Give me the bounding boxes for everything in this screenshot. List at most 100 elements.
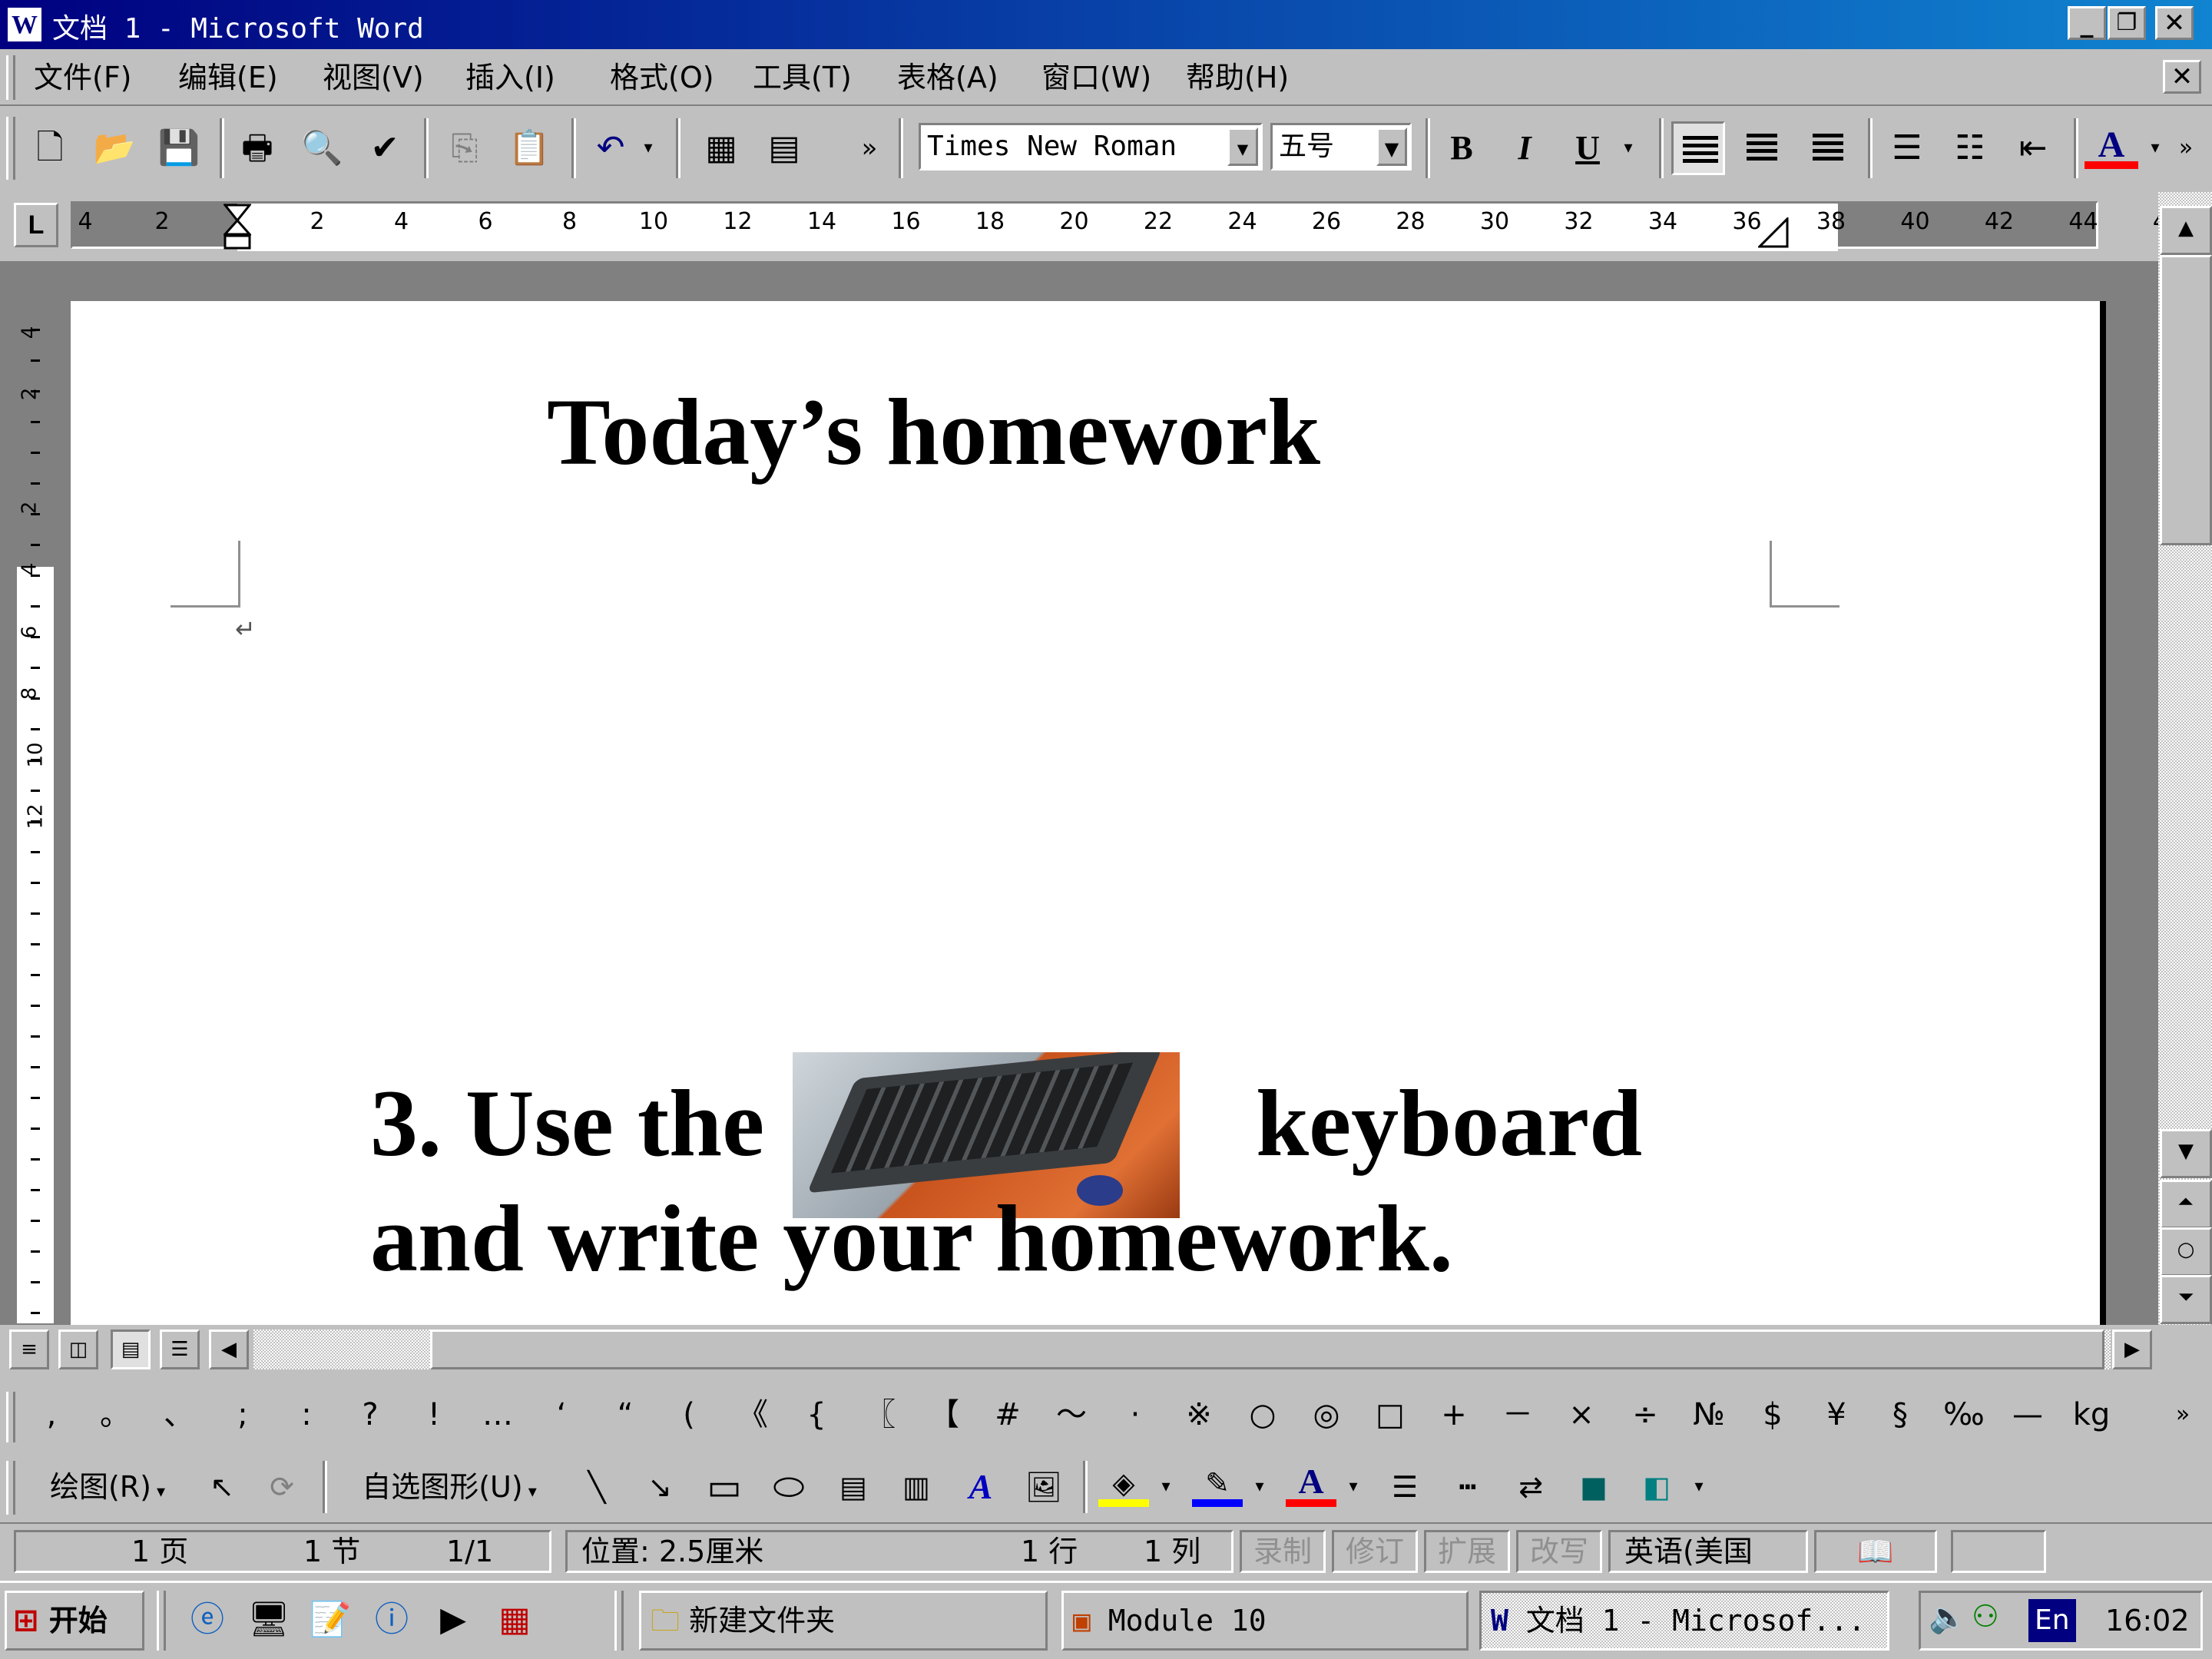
taskbar-task-powerpoint[interactable]: ▣ Module 10: [1061, 1591, 1469, 1651]
network-icon[interactable]: ⚇: [1972, 1599, 1999, 1634]
menu-view[interactable]: 视图(V): [323, 58, 424, 97]
volume-icon[interactable]: 🔈: [1929, 1599, 1967, 1635]
symbol-button[interactable]: 《: [726, 1392, 780, 1438]
status-track-changes[interactable]: 修订: [1332, 1530, 1418, 1573]
symbol-button[interactable]: §: [1873, 1392, 1927, 1438]
menu-table[interactable]: 表格(A): [897, 58, 998, 97]
oval-tool-icon[interactable]: ⬭: [763, 1461, 814, 1513]
symbol-button[interactable]: “: [598, 1392, 652, 1438]
print-preview-icon[interactable]: 🔍: [295, 121, 349, 175]
bold-button[interactable]: B: [1435, 121, 1488, 175]
line-tool-icon[interactable]: ╲: [571, 1461, 622, 1513]
vertical-ruler[interactable]: 4 2 2 4 6 8 10 12: [15, 304, 55, 1325]
select-browse-object-icon[interactable]: ○: [2160, 1227, 2212, 1277]
menu-grip[interactable]: [6, 55, 15, 100]
line-color-icon[interactable]: ✎: [1192, 1461, 1243, 1507]
notepad-icon[interactable]: 📝: [307, 1597, 353, 1643]
undo-dropdown-icon[interactable]: ▾: [633, 121, 664, 175]
justify-button[interactable]: [1671, 121, 1725, 175]
scroll-down-icon[interactable]: ▼: [2160, 1129, 2212, 1178]
numbered-list-icon[interactable]: ☰: [1880, 121, 1934, 175]
font-color-button[interactable]: A: [2085, 121, 2138, 169]
symbol-button[interactable]: ¥: [1810, 1392, 1863, 1438]
symbol-button[interactable]: #: [981, 1392, 1035, 1438]
scroll-up-icon[interactable]: ▲: [2160, 206, 2212, 255]
horizontal-ruler[interactable]: 4 2 2 4 6 8 10 12 14 16 18 20 22 24 26 28 30 32 34 36 38 40…: [71, 201, 2182, 251]
scroll-left-icon[interactable]: ◀: [209, 1330, 249, 1369]
underline-dropdown-icon[interactable]: ▾: [1613, 121, 1644, 175]
close-button[interactable]: ✕: [2155, 6, 2194, 40]
symbol-button[interactable]: :: [280, 1392, 333, 1438]
line-style-icon[interactable]: ☰: [1379, 1461, 1430, 1513]
symbol-button[interactable]: 、: [152, 1392, 206, 1438]
copy-icon[interactable]: ⎘: [438, 121, 492, 175]
next-page-icon[interactable]: ⏷: [2160, 1275, 2212, 1324]
right-indent-marker-icon[interactable]: [1757, 216, 1789, 248]
bulleted-list-icon[interactable]: ☷: [1943, 121, 1997, 175]
toolbar-grip[interactable]: [6, 117, 15, 180]
symbol-button[interactable]: ◎: [1300, 1392, 1353, 1438]
font-color-dropdown-icon[interactable]: ▾: [2141, 121, 2169, 175]
underline-button[interactable]: U: [1561, 121, 1614, 175]
menu-file[interactable]: 文件(F): [34, 58, 132, 97]
symbol-button[interactable]: ?: [343, 1392, 397, 1438]
font-size-combo[interactable]: 五号 ▼: [1270, 123, 1412, 171]
symbol-button[interactable]: $: [1746, 1392, 1800, 1438]
toolbar-overflow-icon[interactable]: »: [851, 121, 888, 175]
minimize-button[interactable]: _: [2068, 6, 2106, 40]
scroll-right-icon[interactable]: ▶: [2112, 1330, 2152, 1369]
symbol-button[interactable]: {: [790, 1392, 843, 1438]
fill-color-dropdown-icon[interactable]: ▾: [1152, 1461, 1180, 1513]
symbol-button[interactable]: 。: [88, 1392, 142, 1438]
horizontal-scroll-thumb[interactable]: [430, 1330, 2104, 1369]
vertical-text-box-icon[interactable]: ▥: [891, 1461, 942, 1513]
symbol-button[interactable]: …: [471, 1392, 525, 1438]
symbol-toolbar-grip[interactable]: [6, 1392, 15, 1442]
symbol-button[interactable]: —: [2001, 1392, 2055, 1438]
symbol-button[interactable]: 【: [917, 1392, 971, 1438]
symbol-button[interactable]: 〖: [853, 1392, 907, 1438]
title-bar[interactable]: W 文档 1 - Microsoft Word _ ❐ ✕: [0, 0, 2212, 49]
dash-style-icon[interactable]: ┅: [1442, 1461, 1493, 1513]
decrease-indent-icon[interactable]: ⇤: [2006, 121, 2060, 175]
open-folder-icon[interactable]: 📂: [88, 121, 141, 175]
word-app-icon[interactable]: W: [6, 6, 43, 43]
draw-font-color-dropdown-icon[interactable]: ▾: [1339, 1461, 1367, 1513]
internet-explorer-icon[interactable]: ⓔ: [184, 1597, 230, 1643]
line-color-dropdown-icon[interactable]: ▾: [1246, 1461, 1273, 1513]
align-center-button[interactable]: [1734, 121, 1788, 175]
status-language[interactable]: 英语(美国: [1608, 1530, 1808, 1573]
align-right-button[interactable]: [1797, 121, 1851, 175]
save-icon[interactable]: 💾: [152, 121, 206, 175]
print-icon[interactable]: 🖶: [230, 121, 284, 175]
font-size-dropdown-icon[interactable]: ▼: [1376, 127, 1407, 166]
symbol-button[interactable]: +: [1427, 1392, 1481, 1438]
normal-view-icon[interactable]: ≡: [9, 1330, 49, 1369]
fill-color-icon[interactable]: ◈: [1098, 1461, 1149, 1507]
symbol-button[interactable]: ○: [1236, 1392, 1290, 1438]
paste-icon[interactable]: 📋: [502, 121, 556, 175]
clock[interactable]: 16:02: [2105, 1599, 2190, 1642]
new-document-icon[interactable]: 🗋: [23, 121, 77, 175]
menu-format[interactable]: 格式(O): [610, 58, 714, 97]
draw-menu-button[interactable]: 绘图(R) ▾: [31, 1461, 184, 1513]
menu-edit[interactable]: 编辑(E): [178, 58, 278, 97]
font-name-combo[interactable]: Times New Roman ▼: [919, 123, 1263, 171]
symbol-button[interactable]: ;: [216, 1392, 270, 1438]
free-rotate-icon[interactable]: ⟳: [257, 1461, 307, 1513]
media-player-icon[interactable]: ▶: [430, 1597, 476, 1643]
wordart-icon[interactable]: A: [955, 1461, 1006, 1513]
menu-help[interactable]: 帮助(H): [1186, 58, 1289, 97]
symbol-button[interactable]: ×: [1555, 1392, 1608, 1438]
symbol-button[interactable]: ,: [25, 1392, 78, 1438]
symbol-button[interactable]: №: [1682, 1392, 1736, 1438]
status-extend[interactable]: 扩展: [1424, 1530, 1510, 1573]
symbol-overflow-icon[interactable]: »: [2166, 1392, 2200, 1438]
draw-font-color-icon[interactable]: A: [1286, 1461, 1336, 1507]
outline-view-icon[interactable]: ☰: [160, 1330, 200, 1369]
taskbar-task-word[interactable]: W 文档 1 - Microsof...: [1479, 1591, 1889, 1651]
shadow-icon[interactable]: ■: [1568, 1461, 1619, 1513]
restore-button[interactable]: ❐: [2108, 6, 2146, 40]
autoshapes-menu-button[interactable]: 自选图形(U) ▾: [346, 1461, 553, 1513]
symbol-button[interactable]: kg: [2065, 1392, 2118, 1438]
